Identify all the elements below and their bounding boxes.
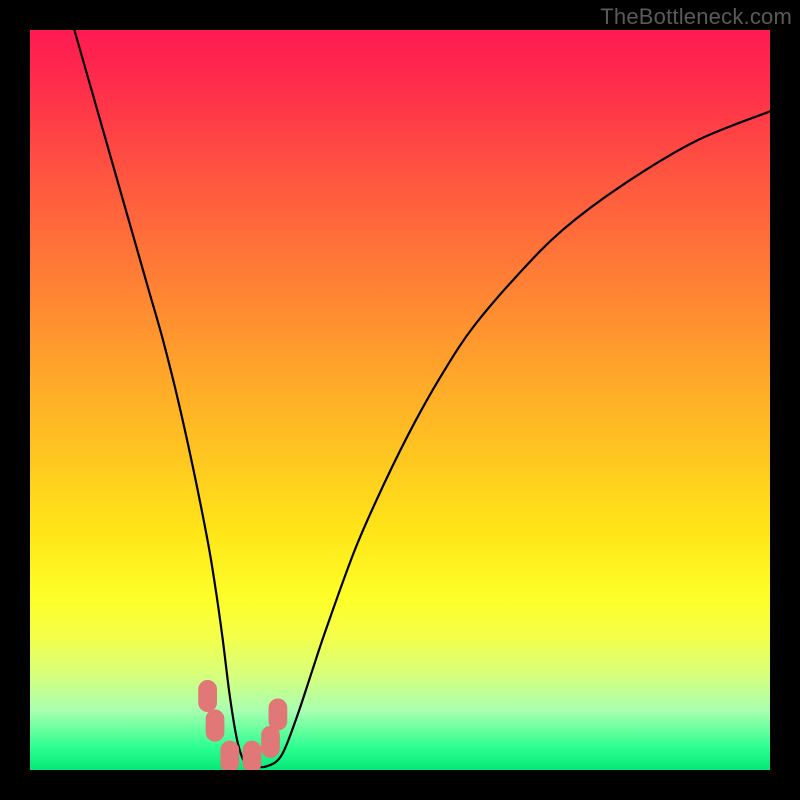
curve-marker-2 — [221, 741, 239, 770]
watermark-text: TheBottleneck.com — [600, 4, 792, 30]
curve-marker-4 — [262, 726, 280, 757]
marker-layer — [199, 680, 287, 770]
curve-marker-0 — [199, 680, 217, 711]
curve-marker-1 — [206, 710, 224, 741]
curve-marker-5 — [269, 699, 287, 730]
bottleneck-curve — [74, 30, 770, 767]
curve-layer — [30, 30, 770, 770]
curve-marker-3 — [243, 741, 261, 770]
